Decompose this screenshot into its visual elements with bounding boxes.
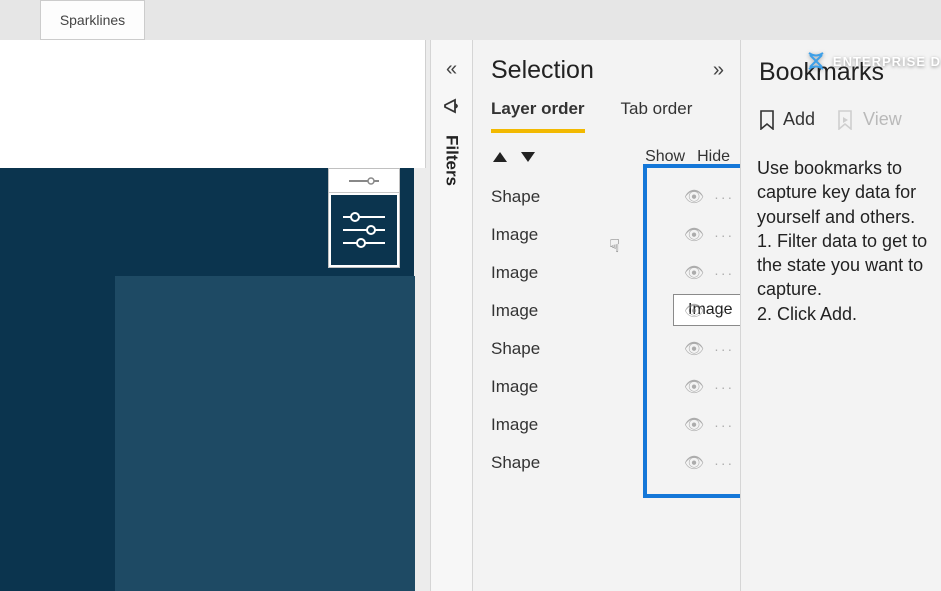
tab-tab-order[interactable]: Tab order bbox=[621, 99, 693, 133]
filters-pane-label: Filters bbox=[442, 135, 462, 186]
visual-inner-shape bbox=[115, 276, 415, 591]
report-canvas[interactable] bbox=[0, 40, 430, 591]
move-up-icon[interactable] bbox=[493, 152, 507, 162]
show-column-header: Show bbox=[645, 148, 685, 166]
megaphone-icon bbox=[442, 97, 462, 117]
layer-item[interactable]: Image 👁 ··· bbox=[473, 406, 740, 444]
hide-column-header: Hide bbox=[697, 148, 730, 166]
ribbon-tab-sparklines[interactable]: Sparklines bbox=[40, 0, 145, 40]
view-bookmark-button: View bbox=[837, 109, 902, 130]
bookmarks-help-text: Use bookmarks to capture key data for yo… bbox=[741, 144, 941, 326]
dna-icon bbox=[805, 50, 827, 72]
layer-item-label: Image bbox=[491, 377, 538, 397]
bookmark-icon bbox=[759, 110, 775, 130]
ribbon-bar: Sparklines bbox=[0, 0, 941, 40]
brand-watermark: ENTERPRISE D bbox=[805, 50, 941, 72]
more-options-icon[interactable]: ··· bbox=[714, 379, 734, 395]
visibility-toggle-icon[interactable]: 👁 bbox=[684, 377, 704, 397]
filters-pane-collapsed[interactable]: « Filters bbox=[430, 40, 472, 591]
layer-item-label: Image bbox=[491, 301, 538, 321]
layer-item[interactable]: Shape 👁 ··· bbox=[473, 330, 740, 368]
slicer-header bbox=[329, 169, 399, 193]
more-options-icon[interactable]: ··· bbox=[714, 227, 734, 243]
layer-item[interactable]: Shape 👁 ··· bbox=[473, 444, 740, 482]
visibility-toggle-icon[interactable]: 👁 bbox=[684, 187, 704, 207]
visibility-toggle-icon[interactable]: 👁 bbox=[684, 415, 704, 435]
layer-item-label: Shape bbox=[491, 453, 540, 473]
visibility-toggle-icon[interactable]: 👁 bbox=[684, 225, 704, 245]
layer-item-label: Shape bbox=[491, 187, 540, 207]
slicer-visual[interactable] bbox=[328, 168, 400, 268]
more-options-icon[interactable]: ··· bbox=[714, 265, 734, 281]
more-options-icon[interactable]: ··· bbox=[714, 303, 734, 319]
layer-item-label: Shape bbox=[491, 339, 540, 359]
expand-chevron-icon[interactable]: » bbox=[713, 59, 724, 82]
slicer-icon bbox=[329, 193, 399, 267]
layer-item[interactable]: Image 👁 ··· bbox=[473, 254, 740, 292]
main-area: « Filters Selection » Layer order Tab or… bbox=[0, 40, 941, 591]
move-down-icon[interactable] bbox=[521, 152, 535, 162]
visual-background[interactable] bbox=[0, 168, 414, 591]
view-bookmark-label: View bbox=[863, 109, 902, 130]
layer-item-label: Image bbox=[491, 263, 538, 283]
more-options-icon[interactable]: ··· bbox=[714, 417, 734, 433]
layer-item-label: Image bbox=[491, 225, 538, 245]
layer-item[interactable]: Image 👁 ··· bbox=[473, 216, 740, 254]
selection-pane-title: Selection bbox=[491, 56, 594, 85]
more-options-icon[interactable]: ··· bbox=[714, 341, 734, 357]
more-options-icon[interactable]: ··· bbox=[714, 455, 734, 471]
more-options-icon[interactable]: ··· bbox=[714, 189, 734, 205]
layer-item-label: Image bbox=[491, 415, 538, 435]
layer-list: Image ☟ Shape👁··· Image👁··· Image👁··· Im… bbox=[473, 174, 740, 482]
add-bookmark-button[interactable]: Add bbox=[759, 109, 815, 130]
layer-item[interactable]: Image 👁 ··· bbox=[473, 368, 740, 406]
visibility-toggle-icon[interactable]: 👁 bbox=[684, 263, 704, 283]
canvas-background-top bbox=[0, 40, 426, 168]
layer-item[interactable]: Shape 👁 ··· bbox=[473, 178, 740, 216]
add-bookmark-label: Add bbox=[783, 109, 815, 130]
selection-pane: Selection » Layer order Tab order Show H… bbox=[472, 40, 740, 591]
visibility-toggle-icon[interactable]: 👁 bbox=[684, 301, 704, 321]
visibility-toggle-icon[interactable]: 👁 bbox=[684, 339, 704, 359]
visibility-toggle-icon[interactable]: 👁 bbox=[684, 453, 704, 473]
collapse-chevron-icon[interactable]: « bbox=[446, 58, 457, 81]
bookmark-play-icon bbox=[837, 110, 855, 130]
bookmarks-pane: ENTERPRISE D Bookmarks Add View Use book… bbox=[740, 40, 941, 591]
tab-layer-order[interactable]: Layer order bbox=[491, 99, 585, 133]
